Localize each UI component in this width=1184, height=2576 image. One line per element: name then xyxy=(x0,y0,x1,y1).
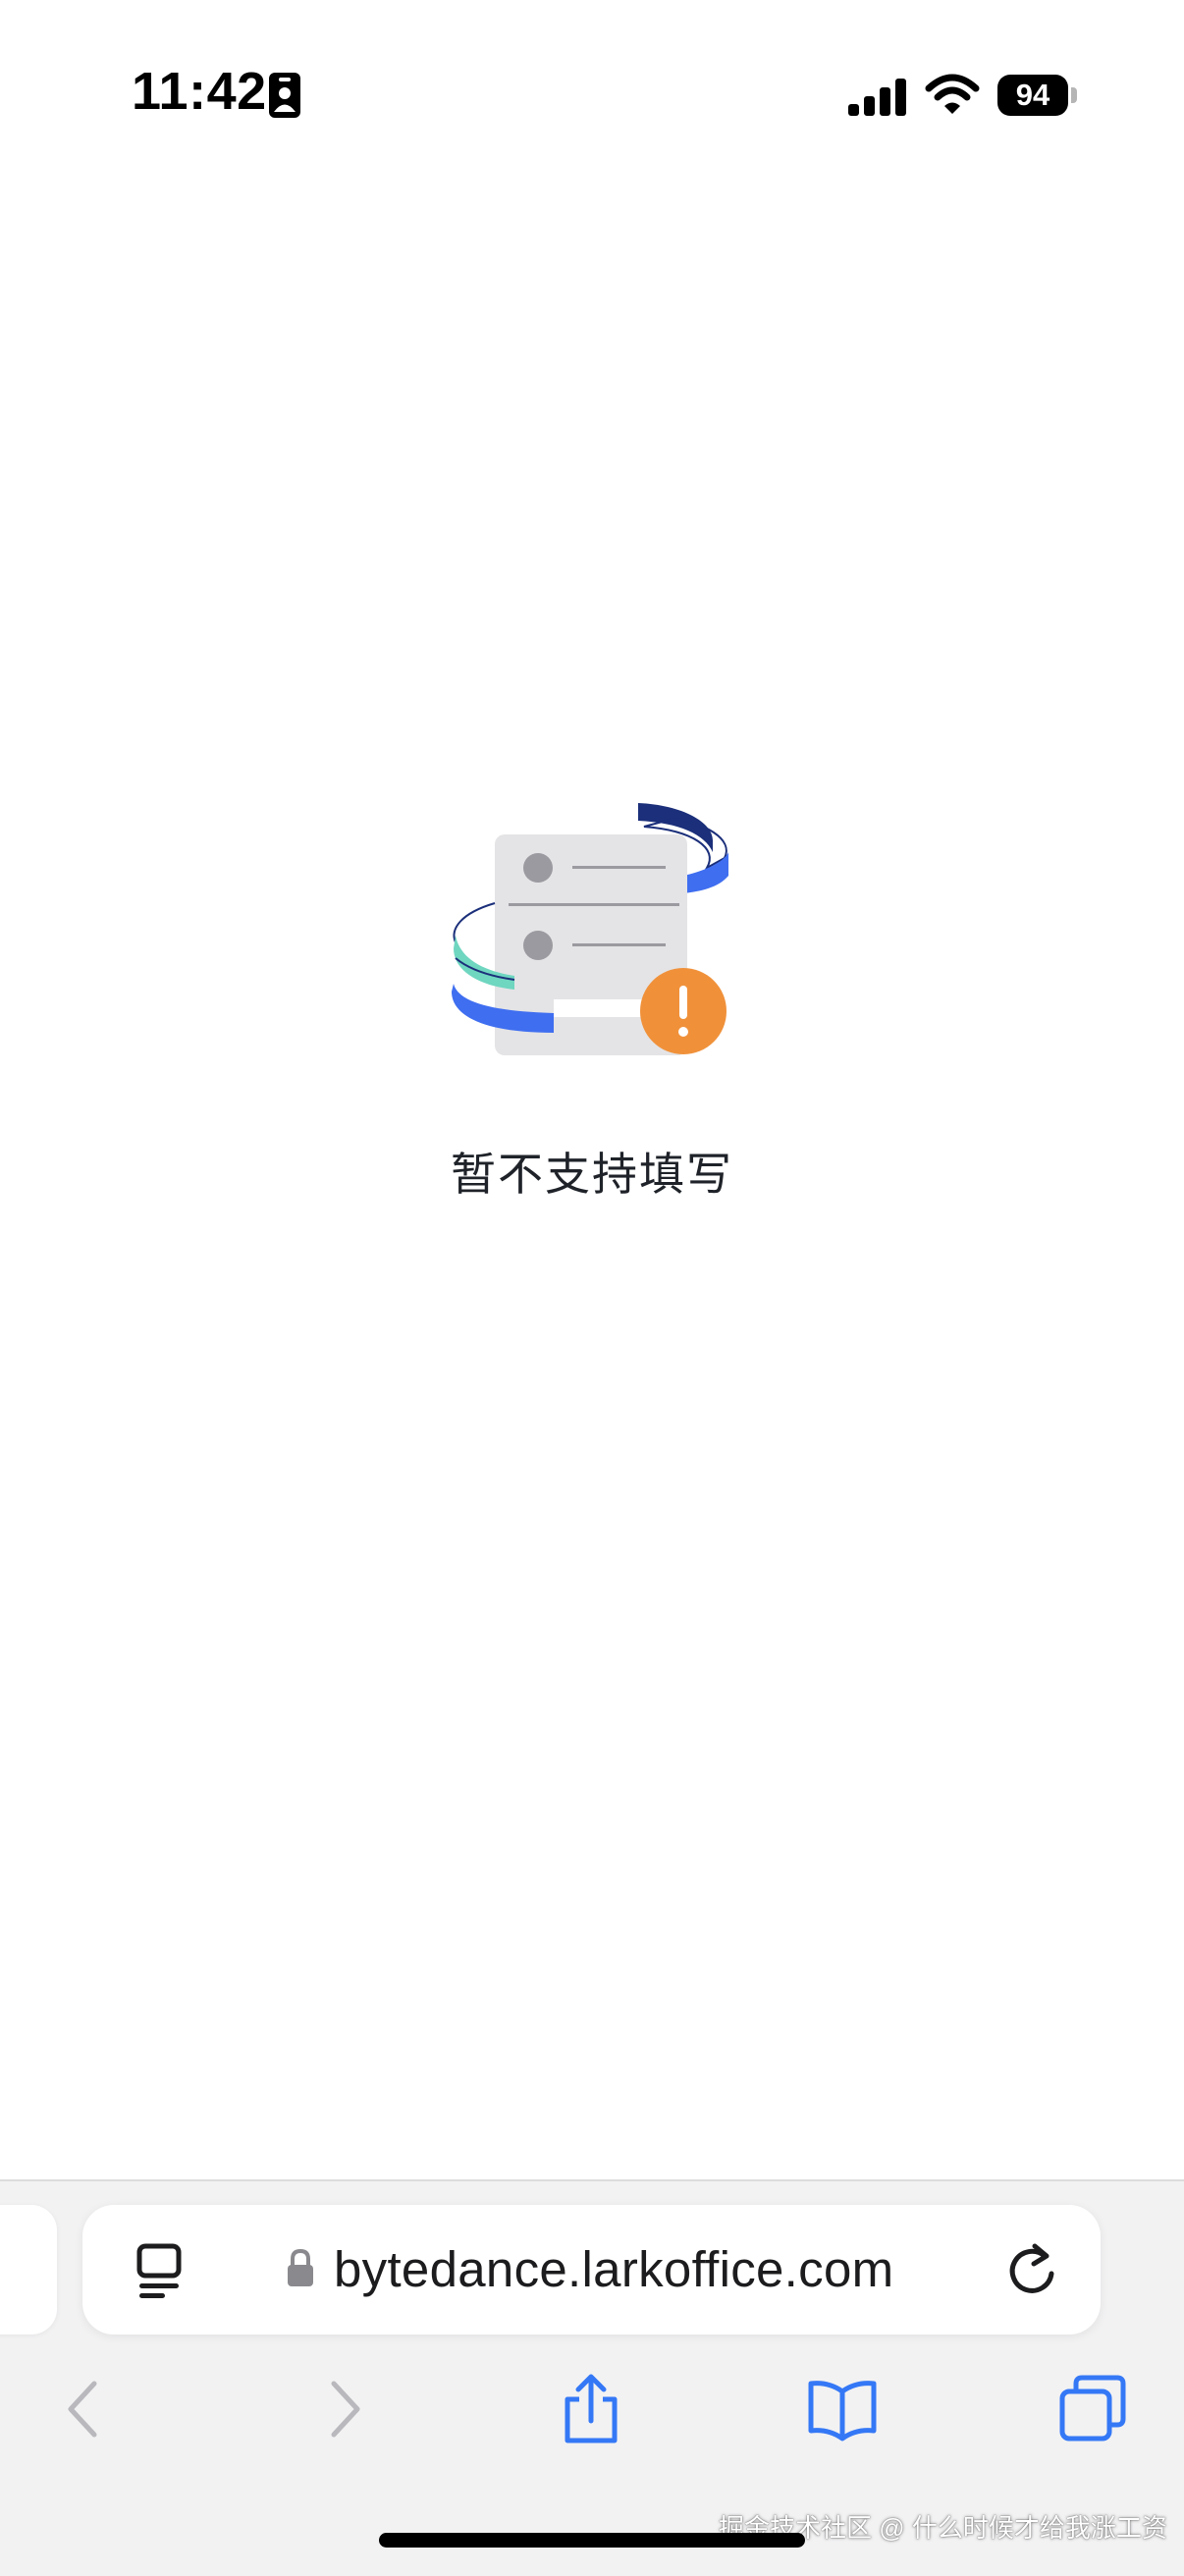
back-icon[interactable] xyxy=(51,2374,122,2444)
home-indicator[interactable] xyxy=(379,2533,805,2548)
status-time: 11:42 xyxy=(132,62,267,121)
url-text[interactable]: bytedance.larkoffice.com xyxy=(334,2240,893,2298)
battery-cap xyxy=(1071,87,1077,103)
tabs-icon[interactable] xyxy=(1058,2374,1129,2444)
bookmarks-icon[interactable] xyxy=(807,2374,878,2444)
reload-icon[interactable] xyxy=(1005,2242,1060,2299)
share-icon[interactable] xyxy=(556,2374,626,2444)
battery-icon: 94 xyxy=(997,75,1068,116)
lock-icon xyxy=(287,2248,314,2287)
address-bar[interactable]: bytedance.larkoffice.com xyxy=(82,2205,1101,2334)
form-unavailable-illustration xyxy=(448,793,734,1060)
previous-tab-card[interactable] xyxy=(0,2205,57,2334)
wifi-icon xyxy=(925,73,980,116)
status-bar: 11:42 94 xyxy=(0,0,1184,187)
page-menu-icon[interactable] xyxy=(134,2242,188,2299)
id-card-icon xyxy=(269,73,300,118)
cellular-signal-icon xyxy=(848,79,907,116)
battery-level: 94 xyxy=(1015,78,1050,112)
forward-icon[interactable] xyxy=(306,2374,377,2444)
empty-state-message: 暂不支持填写 xyxy=(451,1149,733,1200)
